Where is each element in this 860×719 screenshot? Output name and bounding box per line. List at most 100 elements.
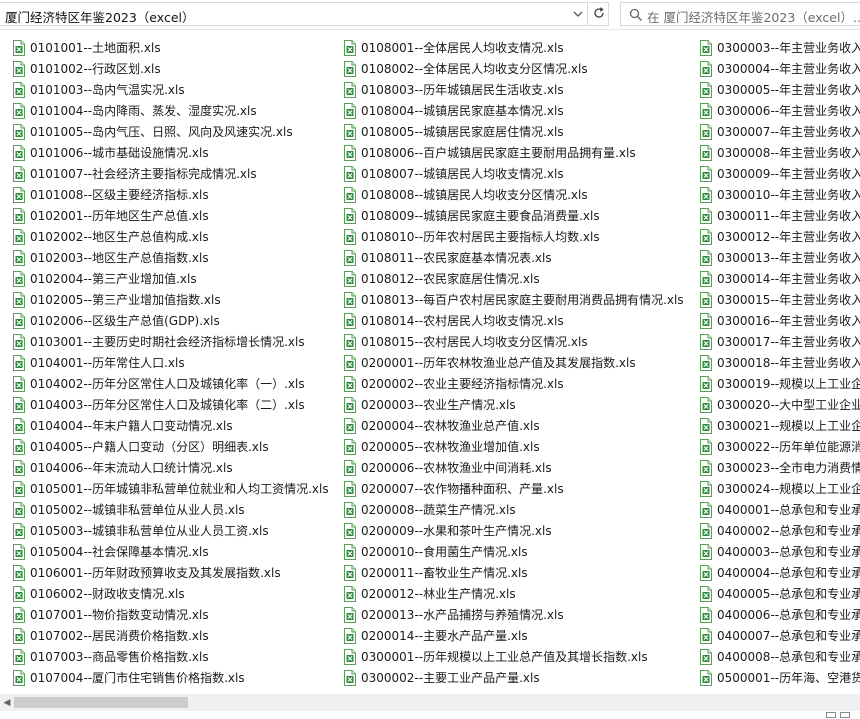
file-item[interactable]: 0102004--第三产业增加值.xls <box>12 268 329 289</box>
file-item[interactable]: 0101003--岛内气温实况.xls <box>12 79 329 100</box>
file-item[interactable]: 0300004--年主营业务收入 <box>699 58 860 79</box>
file-item[interactable]: 0101002--行政区划.xls <box>12 58 329 79</box>
file-item[interactable]: 0108006--百户城镇居民家庭主要耐用品拥有量.xls <box>343 142 684 163</box>
file-item[interactable]: 0104001--历年常住人口.xls <box>12 352 329 373</box>
file-item[interactable]: 0200001--历年农林牧渔业总产值及其发展指数.xls <box>343 352 684 373</box>
file-item[interactable]: 0300020--大中型工业企业 <box>699 394 860 415</box>
file-item[interactable]: 0101004--岛内降雨、蒸发、湿度实况.xls <box>12 100 329 121</box>
file-item[interactable]: 0101008--区级主要经济指标.xls <box>12 184 329 205</box>
list-view-icon[interactable] <box>840 712 850 718</box>
file-item[interactable]: 0400006--总承包和专业承 <box>699 604 860 625</box>
file-item[interactable]: 0200003--农业生产情况.xls <box>343 394 684 415</box>
file-item[interactable]: 0102005--第三产业增加值指数.xls <box>12 289 329 310</box>
file-item[interactable]: 0108015--农村居民人均收支分区情况.xls <box>343 331 684 352</box>
file-item[interactable]: 0108010--历年农村居民主要指标人均数.xls <box>343 226 684 247</box>
file-item[interactable]: 0300015--年主营业务收入 <box>699 289 860 310</box>
file-item[interactable]: 0500001--历年海、空港货 <box>699 667 860 688</box>
file-item[interactable]: 0102002--地区生产总值构成.xls <box>12 226 329 247</box>
file-item[interactable]: 0105001--历年城镇非私营单位就业和人均工资情况.xls <box>12 478 329 499</box>
file-item[interactable]: 0104002--历年分区常住人口及城镇化率（一）.xls <box>12 373 329 394</box>
file-item[interactable]: 0102001--历年地区生产总值.xls <box>12 205 329 226</box>
file-item[interactable]: 0400003--总承包和专业承 <box>699 541 860 562</box>
file-item[interactable]: 0300001--历年规模以上工业总产值及其增长指数.xls <box>343 646 684 667</box>
file-item[interactable]: 0300013--年主营业务收入 <box>699 247 860 268</box>
file-item[interactable]: 0108004--城镇居民家庭基本情况.xls <box>343 100 684 121</box>
file-item[interactable]: 0106001--历年财政预算收支及其发展指数.xls <box>12 562 329 583</box>
file-item[interactable]: 0102006--区级生产总值(GDP).xls <box>12 310 329 331</box>
file-item[interactable]: 0107002--居民消费价格指数.xls <box>12 625 329 646</box>
file-item[interactable]: 0300009--年主营业务收入 <box>699 163 860 184</box>
file-item[interactable]: 0300017--年主营业务收入 <box>699 331 860 352</box>
file-item[interactable]: 0300018--年主营业务收入 <box>699 352 860 373</box>
file-item[interactable]: 0102003--地区生产总值指数.xls <box>12 247 329 268</box>
file-item[interactable]: 0400008--总承包和专业承 <box>699 646 860 667</box>
file-item[interactable]: 0107004--厦门市住宅销售价格指数.xls <box>12 667 329 688</box>
file-item[interactable]: 0300012--年主营业务收入 <box>699 226 860 247</box>
file-item[interactable]: 0200004--农林牧渔业总产值.xls <box>343 415 684 436</box>
file-item[interactable]: 0101007--社会经济主要指标完成情况.xls <box>12 163 329 184</box>
file-item[interactable]: 0300016--年主营业务收入 <box>699 310 860 331</box>
file-item[interactable]: 0105003--城镇非私营单位从业人员工资.xls <box>12 520 329 541</box>
file-item[interactable]: 0101001--土地面积.xls <box>12 37 329 58</box>
file-item[interactable]: 0200008--蔬菜生产情况.xls <box>343 499 684 520</box>
file-item[interactable]: 0200010--食用菌生产情况.xls <box>343 541 684 562</box>
file-item[interactable]: 0300008--年主营业务收入 <box>699 142 860 163</box>
file-item[interactable]: 0103001--主要历史时期社会经济指标增长情况.xls <box>12 331 329 352</box>
file-item[interactable]: 0107003--商品零售价格指数.xls <box>12 646 329 667</box>
file-item[interactable]: 0200009--水果和茶叶生产情况.xls <box>343 520 684 541</box>
file-item[interactable]: 0400005--总承包和专业承 <box>699 583 860 604</box>
refresh-button[interactable] <box>589 2 609 26</box>
chevron-down-icon[interactable] <box>571 7 585 21</box>
file-item[interactable]: 0400007--总承包和专业承 <box>699 625 860 646</box>
file-item[interactable]: 0300014--年主营业务收入 <box>699 268 860 289</box>
file-item[interactable]: 0200014--主要水产品产量.xls <box>343 625 684 646</box>
file-item[interactable]: 0104003--历年分区常住人口及城镇化率（二）.xls <box>12 394 329 415</box>
file-item[interactable]: 0200002--农业主要经济指标情况.xls <box>343 373 684 394</box>
file-item[interactable]: 0400001--总承包和专业承 <box>699 499 860 520</box>
file-item[interactable]: 0300010--年主营业务收入 <box>699 184 860 205</box>
view-toggle[interactable] <box>826 711 856 719</box>
file-item[interactable]: 0300005--年主营业务收入 <box>699 79 860 100</box>
file-item[interactable]: 0104004--年末户籍人口变动情况.xls <box>12 415 329 436</box>
file-item[interactable]: 0300021--规模以上工业企 <box>699 415 860 436</box>
file-item[interactable]: 0300003--年主营业务收入 <box>699 37 860 58</box>
file-item[interactable]: 0400004--总承包和专业承 <box>699 562 860 583</box>
file-item[interactable]: 0108014--农村居民人均收支情况.xls <box>343 310 684 331</box>
file-item[interactable]: 0400002--总承包和专业承 <box>699 520 860 541</box>
search-box[interactable]: 在 厦门经济特区年鉴2023（excel）... <box>620 2 860 26</box>
file-item[interactable]: 0300024--规模以上工业企 <box>699 478 860 499</box>
file-item[interactable]: 0101005--岛内气压、日照、风向及风速实况.xls <box>12 121 329 142</box>
file-item[interactable]: 0108013--每百户农村居民家庭主要耐用消费品拥有情况.xls <box>343 289 684 310</box>
file-item[interactable]: 0108007--城镇居民人均收支情况.xls <box>343 163 684 184</box>
file-item[interactable]: 0108003--历年城镇居民生活收支.xls <box>343 79 684 100</box>
file-item[interactable]: 0300023--全市电力消费情 <box>699 457 860 478</box>
file-item[interactable]: 0200006--农林牧渔业中间消耗.xls <box>343 457 684 478</box>
file-item[interactable]: 0200011--畜牧业生产情况.xls <box>343 562 684 583</box>
file-item[interactable]: 0200012--林业生产情况.xls <box>343 583 684 604</box>
file-item[interactable]: 0108005--城镇居民家庭居住情况.xls <box>343 121 684 142</box>
file-item[interactable]: 0108009--城镇居民家庭主要食品消费量.xls <box>343 205 684 226</box>
scroll-thumb[interactable] <box>14 697 188 708</box>
file-item[interactable]: 0300006--年主营业务收入 <box>699 100 860 121</box>
horizontal-scrollbar[interactable]: ◀ <box>0 694 860 711</box>
file-item[interactable]: 0108011--农民家庭基本情况表.xls <box>343 247 684 268</box>
address-bar[interactable]: 厦门经济特区年鉴2023（excel） <box>0 2 588 26</box>
file-item[interactable]: 0105004--社会保障基本情况.xls <box>12 541 329 562</box>
file-item[interactable]: 0107001--物价指数变动情况.xls <box>12 604 329 625</box>
file-item[interactable]: 0101006--城市基础设施情况.xls <box>12 142 329 163</box>
file-item[interactable]: 0108008--城镇居民人均收支分区情况.xls <box>343 184 684 205</box>
file-item[interactable]: 0300002--主要工业产品产量.xls <box>343 667 684 688</box>
file-item[interactable]: 0106002--财政收支情况.xls <box>12 583 329 604</box>
file-item[interactable]: 0300019--规模以上工业企 <box>699 373 860 394</box>
file-item[interactable]: 0200013--水产品捕捞与养殖情况.xls <box>343 604 684 625</box>
file-item[interactable]: 0108002--全体居民人均收支分区情况.xls <box>343 58 684 79</box>
file-item[interactable]: 0104006--年末流动人口统计情况.xls <box>12 457 329 478</box>
file-item[interactable]: 0200005--农林牧渔业增加值.xls <box>343 436 684 457</box>
file-item[interactable]: 0300022--历年单位能源消 <box>699 436 860 457</box>
details-view-icon[interactable] <box>826 712 836 718</box>
file-item[interactable]: 0108012--农民家庭居住情况.xls <box>343 268 684 289</box>
file-item[interactable]: 0105002--城镇非私营单位从业人员.xls <box>12 499 329 520</box>
file-item[interactable]: 0200007--农作物播种面积、产量.xls <box>343 478 684 499</box>
file-item[interactable]: 0108001--全体居民人均收支情况.xls <box>343 37 684 58</box>
scroll-left-arrow-icon[interactable]: ◀ <box>0 694 14 711</box>
